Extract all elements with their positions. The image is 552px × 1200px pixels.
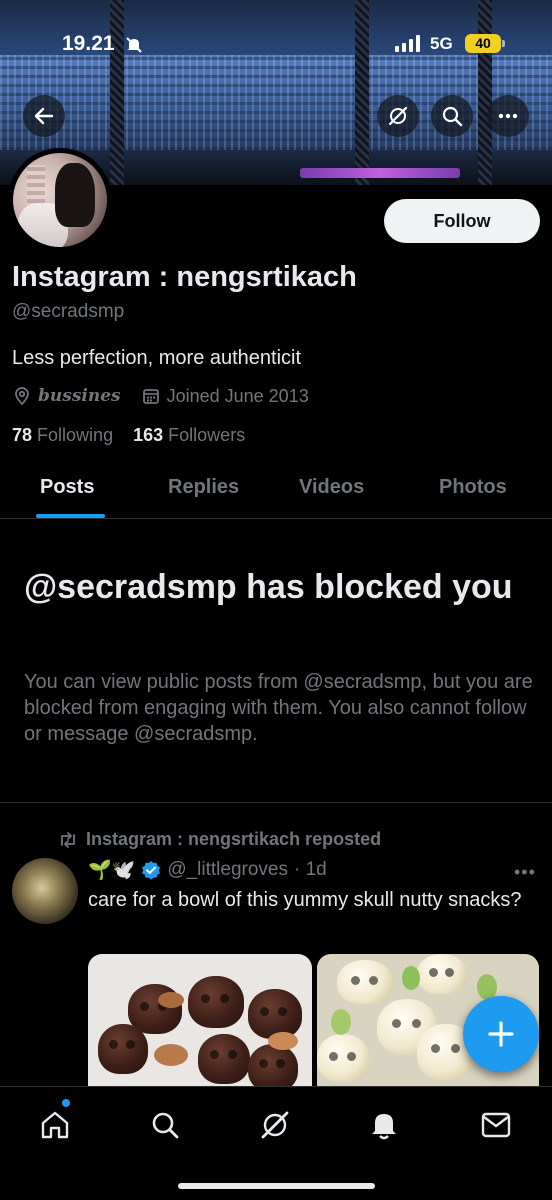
tab-posts[interactable]: Posts — [40, 476, 94, 499]
grok-button[interactable] — [377, 95, 419, 137]
tab-videos[interactable]: Videos — [299, 476, 364, 499]
banner-stage — [300, 168, 460, 178]
back-arrow-icon — [34, 107, 54, 125]
banner-crowd — [0, 55, 552, 150]
location-icon — [15, 387, 29, 406]
search-button[interactable] — [431, 95, 473, 137]
profile-name: Instagram : nengsrtikach — [12, 261, 357, 293]
profile-avatar[interactable] — [8, 148, 112, 252]
compose-button[interactable] — [463, 996, 539, 1072]
blocked-title: @secradsmp has blocked you — [24, 568, 513, 606]
profile-bio: Less perfection, more authenticit — [12, 347, 302, 369]
author-emoji: 🌱🕊️ — [88, 860, 136, 881]
grok-icon — [388, 106, 408, 126]
following-label: Following — [37, 425, 114, 445]
follow-counts: 78 Following 163 Followers — [12, 425, 245, 446]
post-image-dark-skulls[interactable] — [88, 954, 312, 1086]
profile-location: bussines — [38, 386, 121, 406]
silent-bell-icon — [124, 35, 144, 60]
home-notification-dot — [62, 1099, 70, 1107]
avatar-image — [13, 153, 107, 247]
search-icon — [442, 106, 463, 127]
more-icon — [498, 113, 518, 119]
followers-link[interactable]: 163 Followers — [133, 425, 245, 445]
post-time: · 1d — [294, 859, 327, 880]
nav-notifications[interactable] — [364, 1105, 404, 1145]
followers-label: Followers — [168, 425, 246, 445]
following-link[interactable]: 78 Following — [12, 425, 113, 445]
status-bar: 19.21 5G 40 — [0, 28, 552, 64]
network-type: 5G — [430, 34, 453, 53]
post-more-button[interactable]: ••• — [514, 862, 536, 883]
profile-joined: Joined June 2013 — [166, 385, 309, 406]
profile-meta: bussines Joined June 2013 — [12, 384, 309, 408]
active-tab-indicator — [36, 514, 105, 518]
nav-home[interactable] — [35, 1105, 75, 1145]
followers-count: 163 — [133, 425, 164, 445]
blocked-body: You can view public posts from @secradsm… — [24, 671, 533, 745]
post-author-avatar[interactable] — [12, 858, 78, 924]
profile-tabs: Posts Replies Videos Photos — [0, 462, 552, 519]
follow-button[interactable]: Follow — [384, 199, 540, 243]
profile-handle: @secradsmp — [12, 301, 125, 322]
plus-icon — [488, 1021, 514, 1047]
more-button[interactable] — [487, 95, 529, 137]
messages-icon — [481, 1112, 511, 1138]
repost-label: Instagram : nengsrtikach reposted — [86, 829, 382, 849]
calendar-icon — [142, 389, 159, 404]
following-count: 78 — [12, 425, 33, 445]
grok-icon — [261, 1111, 289, 1139]
post-header: 🌱🕊️ @_littlegroves · 1d — [88, 858, 327, 882]
battery-indicator: 40 — [465, 34, 505, 53]
notifications-icon — [372, 1114, 396, 1140]
divider — [0, 802, 552, 803]
status-time: 19.21 — [62, 32, 115, 55]
home-icon — [41, 1111, 69, 1139]
tab-replies[interactable]: Replies — [168, 476, 239, 499]
nav-search[interactable] — [145, 1105, 185, 1145]
verified-icon — [142, 861, 161, 880]
tab-photos[interactable]: Photos — [439, 476, 507, 499]
repost-icon — [61, 831, 75, 848]
post-text: care for a bowl of this yummy skull nutt… — [88, 889, 522, 911]
search-icon — [152, 1112, 179, 1139]
home-indicator — [178, 1183, 375, 1189]
repost-indicator: Instagram : nengsrtikach reposted — [58, 829, 381, 850]
signal-icon — [395, 34, 420, 52]
nav-messages[interactable] — [476, 1105, 516, 1145]
author-handle[interactable]: @_littlegroves — [167, 859, 288, 881]
back-button[interactable] — [23, 95, 65, 137]
nav-grok[interactable] — [255, 1105, 295, 1145]
